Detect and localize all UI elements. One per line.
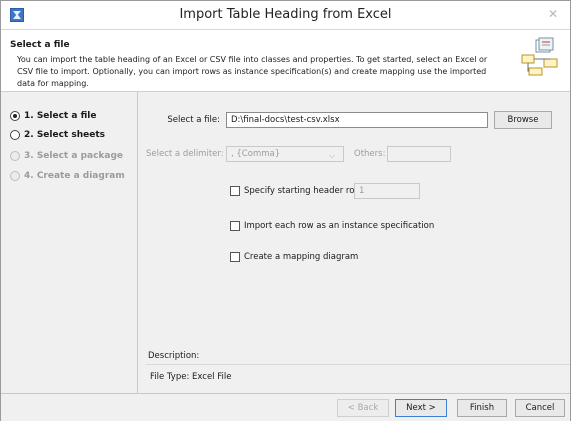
header-row-label: Specify starting header row <box>244 186 362 196</box>
checkbox-icon[interactable] <box>230 221 240 231</box>
others-label: Others: <box>354 149 386 159</box>
page-description: You can import the table heading of an E… <box>17 55 488 88</box>
file-type-text: File Type: Excel File <box>150 372 232 382</box>
close-icon[interactable]: ✕ <box>544 6 562 22</box>
others-input <box>387 146 451 162</box>
description-label: Description: <box>148 351 200 361</box>
checkbox-icon[interactable] <box>230 252 240 262</box>
back-button[interactable]: < Back <box>337 399 389 417</box>
window-title: Import Table Heading from Excel <box>179 7 392 22</box>
wizard-content: Select a file: D:\final-docs\test-csv.xl… <box>138 92 570 393</box>
mapping-label: Create a mapping diagram <box>244 252 359 262</box>
cancel-button[interactable]: Cancel <box>515 399 565 417</box>
file-label: Select a file: <box>167 115 220 125</box>
radio-icon <box>10 130 20 140</box>
page-title: Select a file <box>10 40 70 50</box>
radio-icon <box>10 151 20 161</box>
step-label: 2. Select sheets <box>24 130 105 140</box>
delimiter-select: , {Comma} ⌵ <box>226 146 344 162</box>
file-path-input[interactable]: D:\final-docs\test-csv.xlsx <box>226 112 488 128</box>
title-bar: Import Table Heading from Excel ✕ <box>1 1 570 30</box>
import-dialog: Import Table Heading from Excel ✕ Select… <box>0 0 571 421</box>
wizard-steps: 1. Select a file 2. Select sheets 3. Sel… <box>1 92 138 393</box>
step-label: 3. Select a package <box>24 151 124 161</box>
finish-button[interactable]: Finish <box>457 399 507 417</box>
step-select-sheets[interactable]: 2. Select sheets <box>10 127 105 143</box>
step-label: 4. Create a diagram <box>24 171 125 181</box>
next-button[interactable]: Next > <box>395 399 447 417</box>
table-import-icon <box>521 37 558 76</box>
delimiter-label: Select a delimiter: <box>146 149 224 159</box>
header-row-option[interactable]: Specify starting header row <box>230 186 361 196</box>
wizard-footer: < Back Next > Finish Cancel <box>1 393 570 421</box>
divider <box>146 364 570 365</box>
step-create-diagram: 4. Create a diagram <box>10 168 125 184</box>
instance-option[interactable]: Import each row as an instance specifica… <box>230 221 434 231</box>
step-select-package: 3. Select a package <box>10 148 123 164</box>
checkbox-icon[interactable] <box>230 186 240 196</box>
mapping-option[interactable]: Create a mapping diagram <box>230 252 358 262</box>
step-select-file[interactable]: 1. Select a file <box>10 108 96 124</box>
radio-icon <box>10 111 20 121</box>
instance-label: Import each row as an instance specifica… <box>244 221 435 231</box>
radio-icon <box>10 171 20 181</box>
header-row-input: 1 <box>354 183 420 199</box>
wizard-header: Select a file You can import the table h… <box>1 30 570 92</box>
delimiter-value: , {Comma} <box>231 149 281 159</box>
browse-button[interactable]: Browse <box>494 111 552 129</box>
step-label: 1. Select a file <box>24 111 97 121</box>
chevron-down-icon: ⌵ <box>328 151 335 160</box>
